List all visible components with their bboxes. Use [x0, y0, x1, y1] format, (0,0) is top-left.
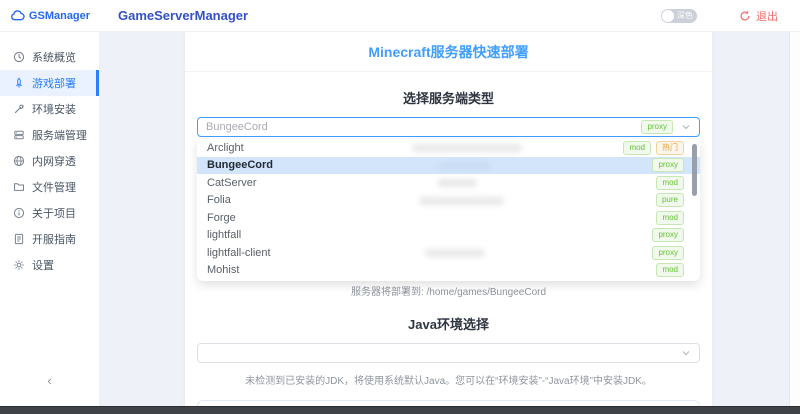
- sidebar-item-game-deploy[interactable]: 游戏部署: [0, 70, 99, 96]
- info-icon: [13, 207, 25, 219]
- dropdown-option-catserver[interactable]: CatServer mod: [197, 174, 700, 192]
- server-type-select-value: BungeeCord: [206, 121, 268, 133]
- server-type-heading: 选择服务端类型: [402, 91, 494, 106]
- dropdown-option-arclight[interactable]: Arclight mod 热门: [197, 139, 700, 157]
- sidebar-item-overview[interactable]: 系统概览: [0, 44, 99, 70]
- dropdown-option-bungeecord[interactable]: BungeeCord proxy: [197, 156, 700, 174]
- main-area: Minecraft服务器快速部署 选择服务端类型 BungeeCord prox…: [100, 32, 800, 414]
- toggle-knob: [662, 9, 674, 22]
- sidebar-item-server-manage[interactable]: 服务端管理: [0, 122, 99, 148]
- cloud-logo-icon: [11, 10, 25, 21]
- dropdown-option-lightfall-client[interactable]: lightfall-client proxy: [197, 244, 700, 262]
- sidebar-item-tunnel[interactable]: 内网穿透: [0, 148, 99, 174]
- server-type-dropdown: Arclight mod 热门 BungeeCord proxy CatServ…: [197, 139, 700, 281]
- server-icon: [14, 130, 24, 140]
- sidebar-item-label: 开服指南: [32, 234, 76, 246]
- option-tag: mod: [623, 140, 651, 155]
- gear-icon: [14, 260, 24, 270]
- window-bottom-edge: [0, 406, 800, 414]
- dropdown-scrollbar[interactable]: [692, 144, 697, 196]
- dashboard-icon: [13, 51, 25, 63]
- server-type-select[interactable]: BungeeCord proxy: [197, 117, 700, 137]
- sidebar-item-about[interactable]: 关于项目: [0, 200, 99, 226]
- option-label: lightfall-client: [207, 246, 271, 259]
- sidebar-item-label: 服务端管理: [32, 130, 87, 142]
- option-tag: proxy: [652, 245, 684, 260]
- dropdown-option-lightfall[interactable]: lightfall proxy: [197, 227, 700, 245]
- logo-text: GSManager: [28, 9, 91, 22]
- logo[interactable]: GSManager: [0, 8, 100, 23]
- option-label: lightfall: [207, 229, 242, 242]
- sidebar: 系统概览 游戏部署 环境安装 服务端管理 内网穿透 文件管理 关于项目 开服指南…: [0, 32, 100, 406]
- theme-toggle-label: 深色: [677, 10, 693, 20]
- sidebar-item-files[interactable]: 文件管理: [0, 174, 99, 200]
- page-title: Minecraft服务器快速部署: [368, 43, 529, 60]
- java-env-select[interactable]: [197, 343, 700, 363]
- option-tag: mod: [656, 175, 684, 190]
- sidebar-item-label: 文件管理: [32, 182, 76, 194]
- option-label: CatServer: [207, 176, 257, 189]
- top-header: GSManager GameServerManager 深色 退出: [0, 0, 800, 32]
- theme-toggle[interactable]: 深色: [661, 8, 697, 23]
- option-tag: mod: [656, 210, 684, 225]
- dropdown-option-folia[interactable]: Folia pure: [197, 192, 700, 210]
- sidebar-item-guide[interactable]: 开服指南: [0, 226, 99, 252]
- option-label: Forge: [207, 211, 236, 224]
- deploy-card: Minecraft服务器快速部署 选择服务端类型 BungeeCord prox…: [185, 32, 712, 414]
- java-hint: 未检测到已安装的JDK，将使用系统默认Java。您可以在“环境安装”-“Java…: [245, 376, 652, 387]
- logout-button[interactable]: 退出: [739, 8, 778, 24]
- sidebar-item-label: 环境安装: [32, 104, 76, 116]
- option-tag: pure: [655, 193, 684, 208]
- sidebar-item-settings[interactable]: 设置: [0, 252, 99, 278]
- chevron-down-icon: [681, 348, 691, 358]
- redacted-text: [437, 161, 492, 170]
- option-tag: mod: [656, 263, 684, 278]
- redacted-text: [437, 179, 477, 187]
- option-tag: proxy: [652, 158, 684, 173]
- document-icon: [14, 233, 24, 245]
- option-label: BungeeCord: [207, 159, 273, 172]
- option-tag: proxy: [652, 228, 684, 243]
- redacted-text: [412, 144, 522, 152]
- rocket-icon: [16, 77, 22, 88]
- option-label: Mohist: [207, 264, 240, 277]
- sidebar-item-label: 游戏部署: [32, 78, 76, 90]
- app-window: GSManager GameServerManager 深色 退出 系统概览 游…: [0, 0, 800, 414]
- globe-icon: [13, 155, 25, 167]
- sidebar-item-label: 系统概览: [32, 52, 76, 64]
- option-tag-hot: 热门: [656, 140, 684, 155]
- java-heading: Java环境选择: [408, 317, 489, 332]
- sidebar-item-label: 设置: [32, 260, 54, 272]
- wrench-icon: [14, 104, 24, 114]
- sidebar-collapse-button[interactable]: ‹: [0, 373, 99, 388]
- chevron-down-icon: [681, 122, 691, 132]
- dropdown-option-mohist[interactable]: Mohist mod: [197, 262, 700, 280]
- selected-type-tag: proxy: [641, 120, 673, 134]
- folder-icon: [14, 183, 24, 191]
- option-label: Folia: [207, 194, 231, 207]
- redacted-text: [425, 249, 485, 257]
- deploy-path-note: 服务器将部署到: /home/games/BungeeCord: [350, 287, 547, 298]
- redacted-text: [419, 196, 504, 205]
- option-label: Arclight: [207, 141, 244, 154]
- dropdown-option-forge[interactable]: Forge mod: [197, 209, 700, 227]
- logout-label: 退出: [756, 10, 778, 23]
- sidebar-item-env-install[interactable]: 环境安装: [0, 96, 99, 122]
- sidebar-item-label: 内网穿透: [32, 156, 76, 168]
- logout-icon: [740, 10, 750, 21]
- card-header: Minecraft服务器快速部署: [185, 32, 712, 72]
- sidebar-item-label: 关于项目: [32, 208, 76, 220]
- page-scrollbar[interactable]: [789, 32, 800, 406]
- app-title: GameServerManager: [118, 8, 249, 23]
